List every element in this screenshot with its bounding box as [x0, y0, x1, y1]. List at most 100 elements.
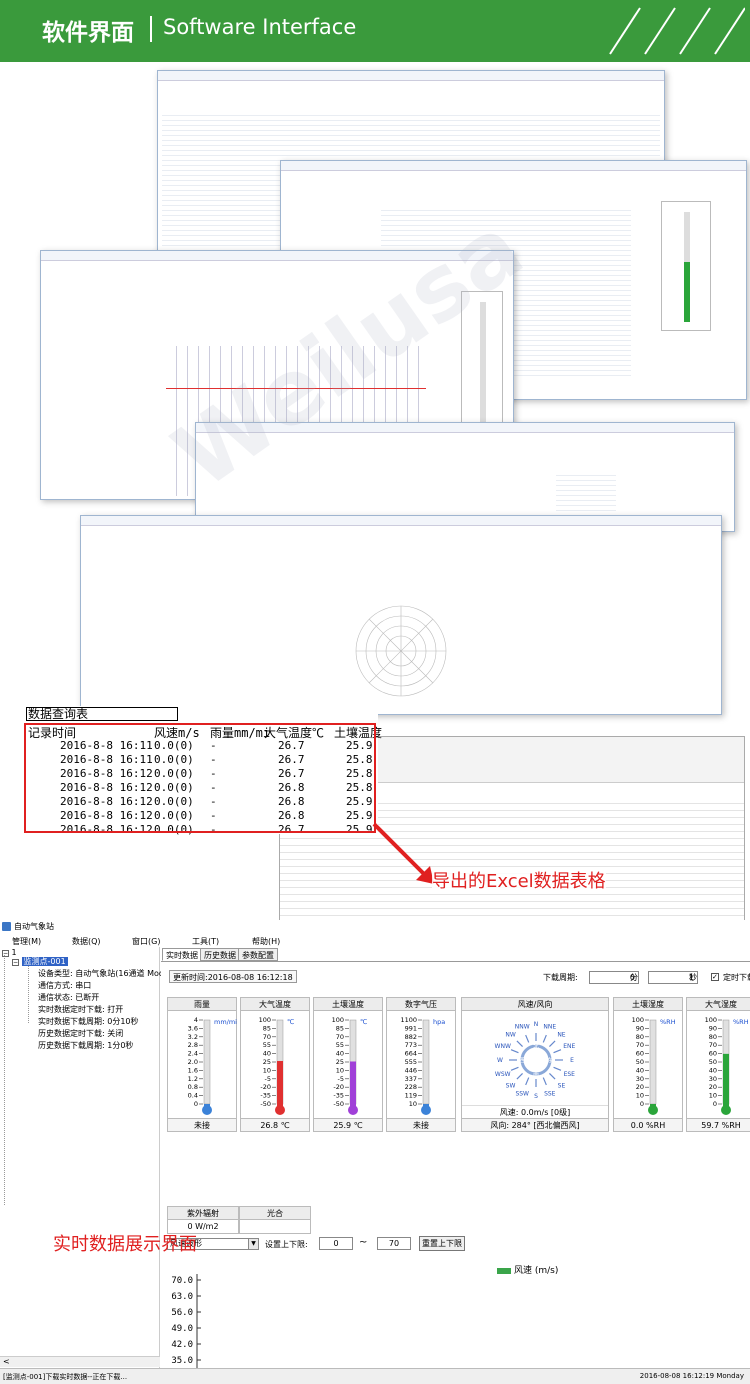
- gauge-tube: [203, 1019, 211, 1105]
- tick-label: 10: [263, 1066, 271, 1074]
- scroll-left-arrow[interactable]: <: [3, 1357, 10, 1366]
- soil-humidity-value: 0.0 %RH: [614, 1118, 682, 1131]
- compass-spoke: [542, 1077, 547, 1086]
- tick-label: 20: [636, 1083, 644, 1091]
- compass-spoke: [510, 1066, 519, 1071]
- tick-label: 10: [636, 1092, 644, 1100]
- reset-limits-button[interactable]: 重置上下限: [419, 1236, 465, 1251]
- tick-label: 10: [709, 1092, 717, 1100]
- tick-label: 70: [709, 1041, 717, 1049]
- gauge-bulb: [275, 1105, 285, 1115]
- compass-cn-label: 东: [547, 1057, 553, 1065]
- tab-realtime[interactable]: 实时数据: [162, 948, 202, 961]
- air-temp-title: 大气温度: [241, 998, 309, 1011]
- compass-spoke: [516, 1073, 523, 1080]
- tick-label: 50: [709, 1058, 717, 1066]
- soil-temp-title: 土壤温度: [314, 998, 382, 1011]
- tick-label: -5: [265, 1075, 271, 1083]
- tick-label: 90: [636, 1024, 644, 1032]
- y-tick-label: 49.0: [171, 1324, 193, 1334]
- tree-item[interactable]: 实时数据下载周期: 0分10秒: [38, 1016, 139, 1027]
- wind-speed: 风速: 0.0m/s [0级]: [462, 1105, 608, 1118]
- collapse-icon[interactable]: −: [2, 950, 9, 957]
- compass-direction-label: SW: [506, 1082, 516, 1089]
- gauge-bulb: [421, 1105, 431, 1115]
- tick-label: -20: [333, 1083, 344, 1091]
- tick-label: 80: [636, 1033, 644, 1041]
- compass-spoke: [542, 1034, 547, 1043]
- tree-item[interactable]: 设备类型: 自动气象站(16通道 Modi: [38, 968, 166, 979]
- y-tick-label: 63.0: [171, 1292, 193, 1302]
- tab-settings[interactable]: 参数配置: [238, 948, 278, 961]
- tree-item[interactable]: 历史数据定时下载: 关闭: [38, 1028, 123, 1039]
- tick-label: 25: [336, 1058, 344, 1066]
- tree-scrollbar[interactable]: <: [0, 1356, 160, 1367]
- wind-speed-chart: 70.0 63.0 56.0 49.0 42.0 35.0: [171, 1274, 201, 1369]
- gauge-fill: [350, 1061, 356, 1108]
- tree-station[interactable]: − 监测点-001: [12, 956, 68, 967]
- realtime-panel: 更新时间:2016-08-08 16:12:18 下载周期: 0 分 1 秒 ✓…: [161, 961, 750, 1369]
- tick-label: 0: [194, 1100, 198, 1108]
- tree-item[interactable]: 通信状态: 已断开: [38, 992, 99, 1003]
- compass-direction-label: W: [497, 1057, 503, 1064]
- update-time-button[interactable]: 更新时间:2016-08-08 16:12:18: [169, 970, 297, 983]
- header-banner: 软件界面 Software Interface: [0, 0, 750, 62]
- auto-download-checkbox[interactable]: ✓: [711, 973, 719, 981]
- soil-humidity-title: 土壤湿度: [614, 998, 682, 1011]
- gauge-bulb: [202, 1105, 212, 1115]
- tick-label: 3.6: [188, 1024, 198, 1032]
- tick-label: 100: [705, 1016, 717, 1024]
- compass-direction-label: E: [570, 1057, 574, 1064]
- tick-label: 337: [405, 1075, 417, 1083]
- tick-label: 40: [636, 1066, 644, 1074]
- compass-direction-label: SSE: [544, 1090, 556, 1097]
- air-temp-gauge: 大气温度 100 85 70 55 40 25 10 -5 -20 -35 -50 ℃ 26.8 ℃: [240, 997, 310, 1132]
- menu-help[interactable]: 帮助(H): [252, 936, 280, 947]
- status-left: [监测点-001]下载实时数据--正在下载...: [3, 1373, 128, 1381]
- menu-manage[interactable]: 管理(M): [12, 936, 41, 947]
- tab-history[interactable]: 历史数据: [200, 948, 240, 961]
- excel-export-label: 导出的Excel数据表格: [432, 867, 606, 893]
- wind-direction: 风向: 284° [西北偏西风]: [462, 1118, 608, 1131]
- tick-label: 60: [636, 1050, 644, 1058]
- wind-rose-chart: [355, 605, 447, 697]
- tick-label: 55: [336, 1041, 344, 1049]
- menu-window[interactable]: 窗口(G): [132, 936, 160, 947]
- tick-label: 25: [263, 1058, 271, 1066]
- tick-label: 100: [332, 1016, 344, 1024]
- gauge-tube: [422, 1019, 430, 1105]
- limit-low-input[interactable]: 0: [319, 1237, 353, 1250]
- chevron-down-icon[interactable]: ▼: [248, 1239, 258, 1249]
- tick-label: 2.8: [188, 1041, 198, 1049]
- window-titlebar: [158, 71, 664, 81]
- minutes-unit: 分: [630, 973, 638, 982]
- tick-label: 10: [409, 1100, 417, 1108]
- limit-high-input[interactable]: 70: [377, 1237, 411, 1250]
- window-title: 自动气象站: [14, 922, 54, 931]
- menu-data[interactable]: 数据(Q): [72, 936, 101, 947]
- pressure-thermometer: 110099188277366455544633722811910 hpa: [400, 1016, 445, 1115]
- compass-spoke: [549, 1040, 556, 1047]
- compass-direction-label: S: [534, 1093, 538, 1100]
- tick-label: 80: [709, 1033, 717, 1041]
- gauge-unit: mm/mi: [214, 1018, 237, 1026]
- tick-label: -50: [333, 1100, 344, 1108]
- wind-compass: N NNENE ENE E ESE SESSE S SSWSW WSW W WNW NWNNW 北东南 西: [495, 1021, 576, 1100]
- rain-thermometer: 43.63.22.82.42.01.61.20.80.40 mm/mi: [188, 1016, 237, 1115]
- tree-item[interactable]: 实时数据定时下载: 打开: [38, 1004, 123, 1015]
- tick-label: 446: [405, 1066, 417, 1074]
- uv-title: 紫外辐射: [168, 1207, 238, 1220]
- compass-direction-label: NE: [557, 1032, 565, 1039]
- tick-label: 1.2: [188, 1075, 198, 1083]
- compass-spoke: [525, 1077, 530, 1086]
- tree-item[interactable]: 通信方式: 串口: [38, 980, 91, 991]
- banner-slash-decoration: [609, 7, 745, 55]
- tick-label: 55: [263, 1041, 271, 1049]
- limit-tilde: ~: [359, 1237, 368, 1248]
- collapse-icon[interactable]: −: [12, 959, 19, 966]
- tick-label: -5: [338, 1075, 344, 1083]
- tick-label: 664: [405, 1050, 417, 1058]
- soil-temp-value: 25.9 ℃: [314, 1118, 382, 1131]
- menu-tools[interactable]: 工具(T): [192, 936, 219, 947]
- tree-item[interactable]: 历史数据下载周期: 1分0秒: [38, 1040, 133, 1051]
